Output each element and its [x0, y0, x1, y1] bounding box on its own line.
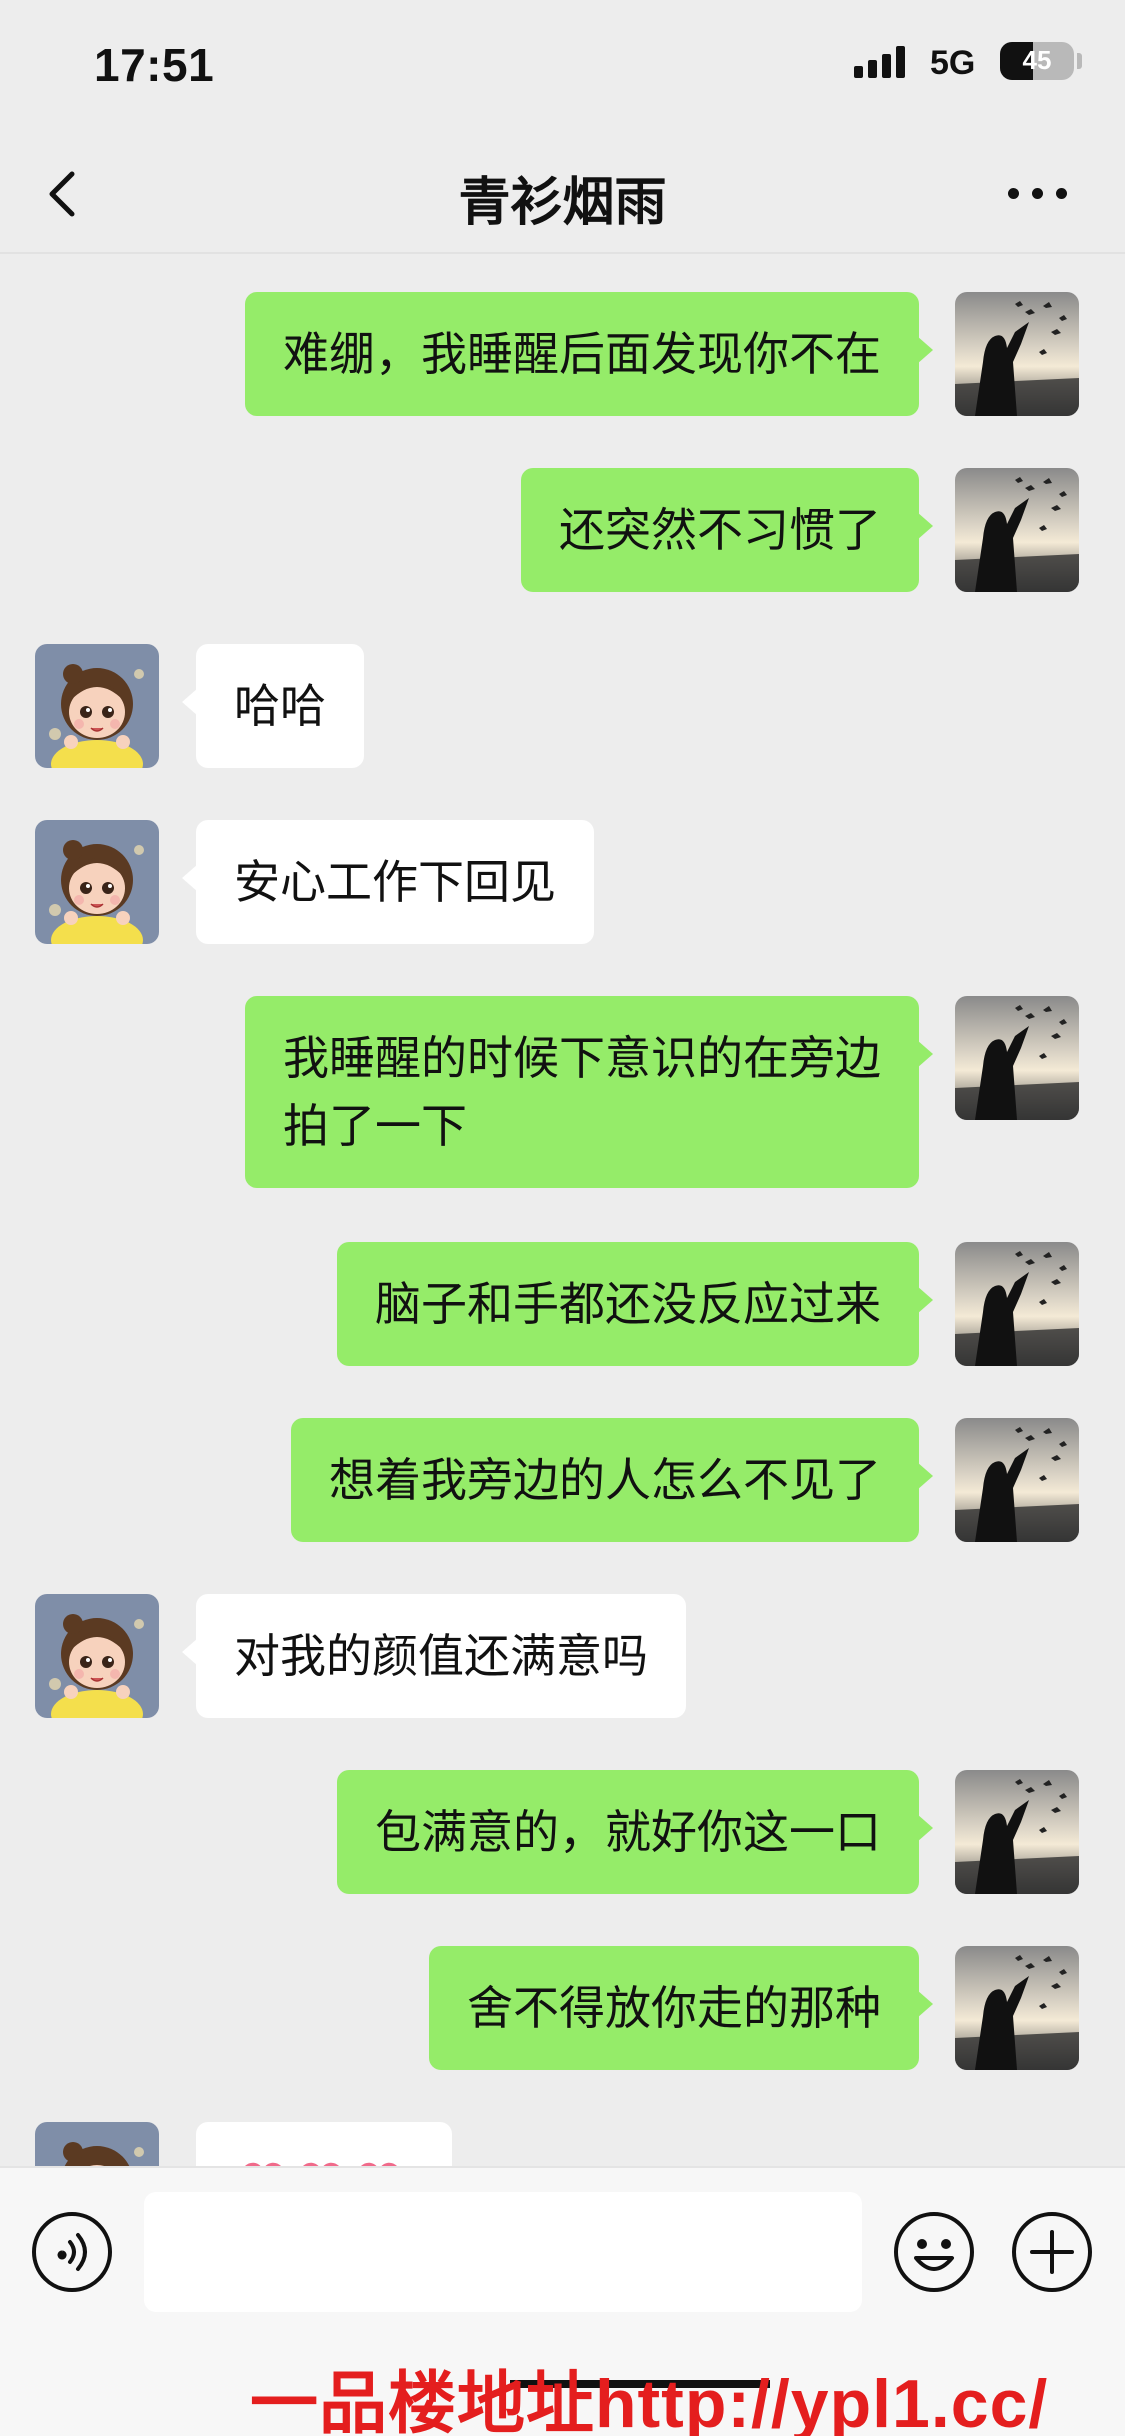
my-avatar[interactable] [955, 1946, 1079, 2070]
message-bubble[interactable] [196, 2122, 452, 2166]
my-avatar[interactable] [955, 468, 1079, 592]
signal-icon [854, 46, 908, 78]
message-bubble[interactable]: 舍不得放你走的那种 [429, 1946, 933, 2070]
contact-avatar[interactable] [35, 820, 159, 944]
message-bubble[interactable]: 哈哈 [182, 644, 364, 768]
message-list[interactable]: 难绷，我睡醒后面发现你不在 还突然不习惯了 哈哈 安心工作下回见 我睡醒的时候下… [0, 256, 1125, 2166]
contact-avatar[interactable] [35, 2122, 159, 2166]
chat-title: 青衫烟雨 [458, 174, 667, 232]
battery-icon: 45 [1000, 42, 1074, 80]
emoji-icon[interactable] [892, 2210, 976, 2294]
my-avatar[interactable] [955, 292, 1079, 416]
my-avatar[interactable] [955, 1418, 1079, 1542]
network-label: 5G [930, 44, 976, 82]
my-avatar[interactable] [955, 1242, 1079, 1366]
more-icon[interactable] [1004, 182, 1072, 206]
status-time: 17:51 [94, 39, 215, 91]
battery-cap [1077, 53, 1082, 69]
message-bubble[interactable]: 还突然不习惯了 [521, 468, 933, 592]
contact-avatar[interactable] [35, 644, 159, 768]
message-bubble[interactable]: 对我的颜值还满意吗 [182, 1594, 686, 1718]
my-avatar[interactable] [955, 1770, 1079, 1894]
message-bubble[interactable]: 难绷，我睡醒后面发现你不在 [245, 292, 933, 416]
message-bubble[interactable]: 包满意的，就好你这一口 [337, 1770, 933, 1894]
message-bubble[interactable]: 我睡醒的时候下意识的在旁边 拍了一下 [245, 996, 933, 1188]
nav-bar: 青衫烟雨 [0, 130, 1125, 254]
message-bubble[interactable]: 脑子和手都还没反应过来 [337, 1242, 933, 1366]
battery-level: 45 [1022, 45, 1052, 75]
voice-icon[interactable] [30, 2210, 114, 2294]
watermark-text: 一品楼地址http://ypl1.cc/ [250, 2366, 1049, 2436]
my-avatar[interactable] [955, 996, 1079, 1120]
contact-avatar[interactable] [35, 1594, 159, 1718]
status-bar: 17:51 5G 45 [0, 0, 1125, 130]
plus-icon[interactable] [1010, 2210, 1094, 2294]
message-bubble[interactable]: 安心工作下回见 [182, 820, 594, 944]
message-bubble[interactable]: 想着我旁边的人怎么不见了 [291, 1418, 933, 1542]
message-input[interactable] [144, 2192, 862, 2312]
